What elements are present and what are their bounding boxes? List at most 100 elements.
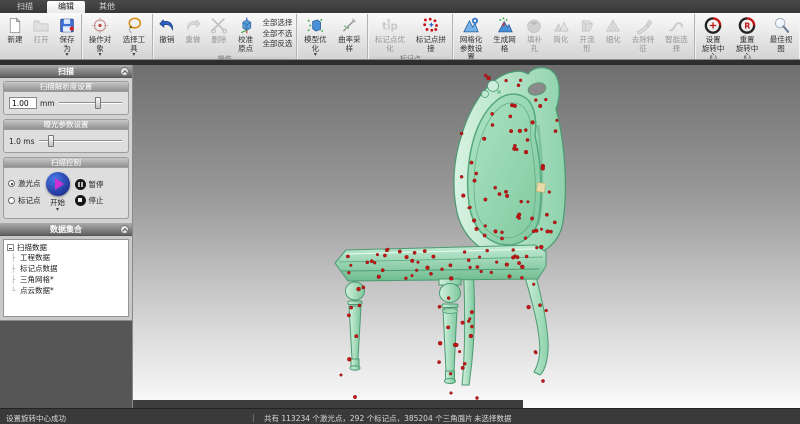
dropdown-caret-icon[interactable]: ▾: [314, 53, 317, 57]
tree-root-node[interactable]: 扫描数据: [7, 242, 125, 253]
exposure-slider[interactable]: [38, 135, 123, 147]
curvature-sample-icon: [339, 16, 359, 35]
set-center-icon: [703, 16, 723, 35]
data-panel-header: 数据集合: [0, 223, 132, 236]
reset-rotate-center-button[interactable]: R重置 旋转中心: [730, 14, 764, 60]
ribbon-button-label: 开流形: [577, 36, 598, 53]
collapse-chevron-icon[interactable]: [120, 67, 129, 76]
tree-item[interactable]: 工程数据: [7, 253, 125, 264]
ribbon-group-file: 新建打开保存为▾文件: [1, 14, 82, 59]
curvature-sample-button[interactable]: 曲率采样: [332, 14, 366, 57]
radio-laser-point-label: 激光点: [18, 178, 41, 189]
tree-item[interactable]: 三角网格*: [7, 275, 125, 286]
resolution-groupbox: 扫描解析度设置 mm: [3, 81, 129, 115]
select-none-button[interactable]: 全部不选: [262, 30, 292, 38]
pause-icon: [75, 179, 86, 190]
chair-front-legs: [346, 279, 462, 384]
set-rotate-center-button[interactable]: 设置 旋转中心: [696, 14, 730, 60]
mesh-params-icon: [461, 16, 481, 35]
stop-button-label: 停止: [89, 195, 104, 206]
dropdown-caret-icon[interactable]: ▾: [132, 53, 135, 57]
3d-viewport[interactable]: [133, 65, 800, 408]
dropdown-caret-icon[interactable]: ▾: [65, 53, 68, 57]
generate-mesh-button[interactable]: 生成网格: [488, 14, 521, 60]
status-message-cell: [133, 400, 523, 408]
ribbon-button-label: 新建: [8, 36, 23, 45]
ribbon-button-label: 去除特征: [629, 36, 656, 53]
refine-button: 细化: [600, 14, 626, 60]
resolution-slider[interactable]: [58, 97, 123, 109]
calibrate-origin-button[interactable]: 校准原点: [232, 14, 260, 53]
resolution-group-title: 扫描解析度设置: [4, 82, 128, 92]
marker-stitch-button[interactable]: 标记点拼接: [410, 14, 451, 53]
select-invert-button[interactable]: 全部反选: [262, 40, 292, 48]
exposure-groupbox: 曝光参数设置 1.0 ms: [3, 119, 129, 153]
exposure-value-label: 1.0 ms: [9, 137, 35, 146]
new-file-icon: [5, 16, 25, 35]
save-as-button[interactable]: 保存为▾: [54, 14, 80, 57]
model-optimize-button[interactable]: 模型优化▾: [298, 14, 332, 57]
tab-scan[interactable]: 扫描: [6, 1, 44, 13]
stop-scan-button[interactable]: 停止: [75, 195, 104, 206]
ribbon-button-label: 网格化 参数设置: [457, 36, 484, 60]
tab-edit[interactable]: 编辑: [47, 1, 85, 13]
best-view-button[interactable]: 最佳视图: [764, 14, 798, 60]
ribbon-button-label: 最佳视图: [767, 36, 795, 53]
status-separator: |: [462, 413, 465, 422]
ribbon-group-marker-point: tip标记点优化标记点拼接标记点: [368, 14, 453, 59]
ribbon-group-view: 设置 旋转中心R重置 旋转中心最佳视图视图: [695, 14, 799, 59]
mesh-params-button[interactable]: 网格化 参数设置: [454, 14, 487, 60]
reset-center-icon: R: [737, 16, 757, 35]
dropdown-caret-icon[interactable]: ▾: [56, 208, 59, 212]
dropdown-caret-icon[interactable]: ▾: [98, 53, 101, 57]
select-tool-button[interactable]: 选择工具▾: [117, 14, 151, 57]
ribbon-group-operation: 撤销重做删除校准原点全部选择全部不选全部反选操作: [153, 14, 298, 59]
status-selection: 未选择数据: [474, 413, 512, 424]
scissors-icon: [209, 16, 229, 35]
chair-model: [133, 65, 800, 408]
radio-dot-icon: [8, 197, 15, 204]
open-folder-icon: [31, 16, 51, 35]
tree-item[interactable]: 标记点数据: [7, 264, 125, 275]
data-panel-title: 数据集合: [50, 225, 82, 234]
resolution-unit-label: mm: [40, 99, 55, 108]
tab-other[interactable]: 其他: [88, 1, 126, 13]
radio-laser-point[interactable]: 激光点: [8, 178, 41, 189]
sidebar-filler: [0, 320, 132, 408]
ribbon-button-label: 删除: [211, 36, 226, 45]
ribbon-button-label: 重做: [185, 36, 200, 45]
collapse-chevron-icon[interactable]: [120, 225, 129, 234]
slider-thumb[interactable]: [95, 97, 101, 109]
resolution-input[interactable]: [9, 97, 37, 109]
slider-track: [59, 102, 122, 103]
select-all-button[interactable]: 全部选择: [262, 19, 292, 27]
tree-expander-icon[interactable]: [7, 244, 14, 251]
radio-marker-point[interactable]: 标记点: [8, 195, 41, 206]
application-window: 扫描编辑其他 新建打开保存为▾文件操作对象▾选择工具▾模式撤销重做删除校准原点全…: [0, 0, 800, 424]
status-counts: 共有 113234 个激光点，292 个标记点，385204 个三角面片: [264, 413, 473, 424]
start-scan-button[interactable]: [46, 172, 70, 196]
slider-thumb[interactable]: [48, 135, 54, 147]
stop-icon: [75, 195, 86, 206]
open-manifold-button: 开流形: [574, 14, 601, 60]
open-button: 打开: [28, 14, 54, 57]
pause-scan-button[interactable]: 暂停: [75, 179, 104, 190]
ribbon-button-label: 撤销: [159, 36, 174, 45]
ribbon-button-label: 填补孔: [524, 36, 545, 53]
operate-object-button[interactable]: 操作对象▾: [83, 14, 117, 57]
ribbon-button-label: 设置 旋转中心: [699, 36, 727, 60]
undo-button[interactable]: 撤销: [154, 14, 180, 53]
redo-icon: [183, 16, 203, 35]
new-button[interactable]: 新建: [2, 14, 28, 57]
tree-item[interactable]: 点云数据*: [7, 286, 125, 297]
best-view-icon: [771, 16, 791, 35]
scan-gap-patch: [536, 182, 545, 192]
main-area: 扫描 扫描解析度设置 mm 曝光参数设置: [0, 65, 800, 408]
radio-dot-icon: [8, 180, 15, 187]
data-tree: 扫描数据 工程数据标记点数据三角网格*点云数据*: [3, 239, 129, 317]
scan-control-title: 扫描控制: [4, 158, 128, 168]
remove-features-icon: [633, 16, 653, 35]
ribbon-button-label: 生成网格: [491, 36, 518, 53]
scan-panel-header: 扫描: [0, 65, 132, 78]
smart-select-icon: [666, 16, 686, 35]
